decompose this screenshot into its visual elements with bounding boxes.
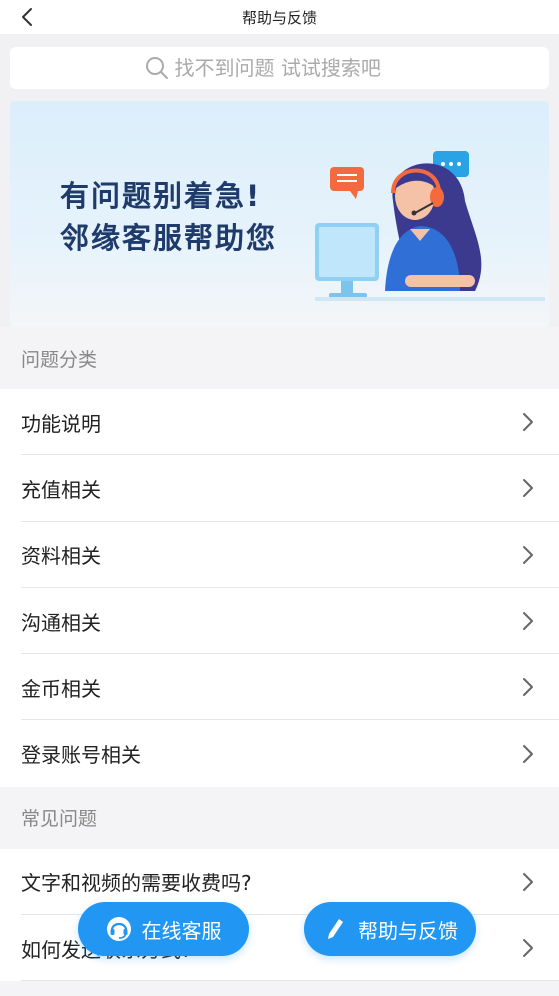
chevron-left-icon [22, 8, 32, 26]
list-item-label: 功能说明 [21, 411, 101, 436]
category-item-communication[interactable]: 沟通相关 [0, 588, 559, 655]
list-item-label: 文字和视频的需要收费吗? [21, 871, 252, 896]
chevron-right-icon [523, 413, 533, 432]
back-button[interactable] [14, 4, 40, 30]
banner-subheadline: 邻缘客服帮助您 [60, 221, 278, 255]
headset-icon [106, 916, 132, 942]
list-item-label: 沟通相关 [21, 610, 101, 635]
list-item-label: 充值相关 [21, 477, 101, 502]
list-item-label: 资料相关 [21, 544, 101, 569]
search-box[interactable] [10, 47, 549, 89]
online-service-button[interactable]: 在线客服 [78, 902, 249, 956]
banner-headline: 有问题别着急! [60, 179, 262, 213]
customer-service-agent-illustration [315, 151, 545, 301]
list-item-label: 金币相关 [21, 676, 101, 701]
category-item-profile[interactable]: 资料相关 [0, 522, 559, 589]
pencil-icon [322, 916, 348, 942]
chevron-right-icon [523, 872, 533, 891]
search-input[interactable] [174, 56, 415, 80]
chevron-right-icon [523, 612, 533, 631]
faq-section-title: 常见问题 [0, 786, 559, 849]
list-item-label: 登录账号相关 [21, 743, 141, 768]
chevron-right-icon [523, 479, 533, 498]
chevron-right-icon [523, 939, 533, 958]
chevron-right-icon [523, 678, 533, 697]
category-item-coins[interactable]: 金币相关 [0, 654, 559, 721]
category-section-title: 问题分类 [0, 327, 559, 389]
category-item-recharge[interactable]: 充值相关 [0, 455, 559, 522]
page-title: 帮助与反馈 [241, 8, 317, 27]
chevron-right-icon [523, 744, 533, 763]
search-icon [145, 56, 169, 80]
category-item-function[interactable]: 功能说明 [0, 389, 559, 456]
category-item-account[interactable]: 登录账号相关 [0, 720, 559, 786]
faq-item-fees[interactable]: 文字和视频的需要收费吗? [0, 849, 559, 916]
search-area [0, 34, 559, 101]
online-service-label: 在线客服 [141, 918, 222, 943]
category-list: 功能说明 充值相关 资料相关 沟通相关 金币相关 登录账号相关 [0, 389, 559, 787]
chevron-right-icon [523, 545, 533, 564]
help-feedback-label: 帮助与反馈 [358, 918, 458, 943]
help-feedback-button[interactable]: 帮助与反馈 [304, 902, 476, 956]
banner-area: 有问题别着急! 邻缘客服帮助您 [0, 101, 559, 327]
help-banner[interactable]: 有问题别着急! 邻缘客服帮助您 [10, 101, 549, 327]
top-nav-bar: 帮助与反馈 [0, 0, 559, 34]
